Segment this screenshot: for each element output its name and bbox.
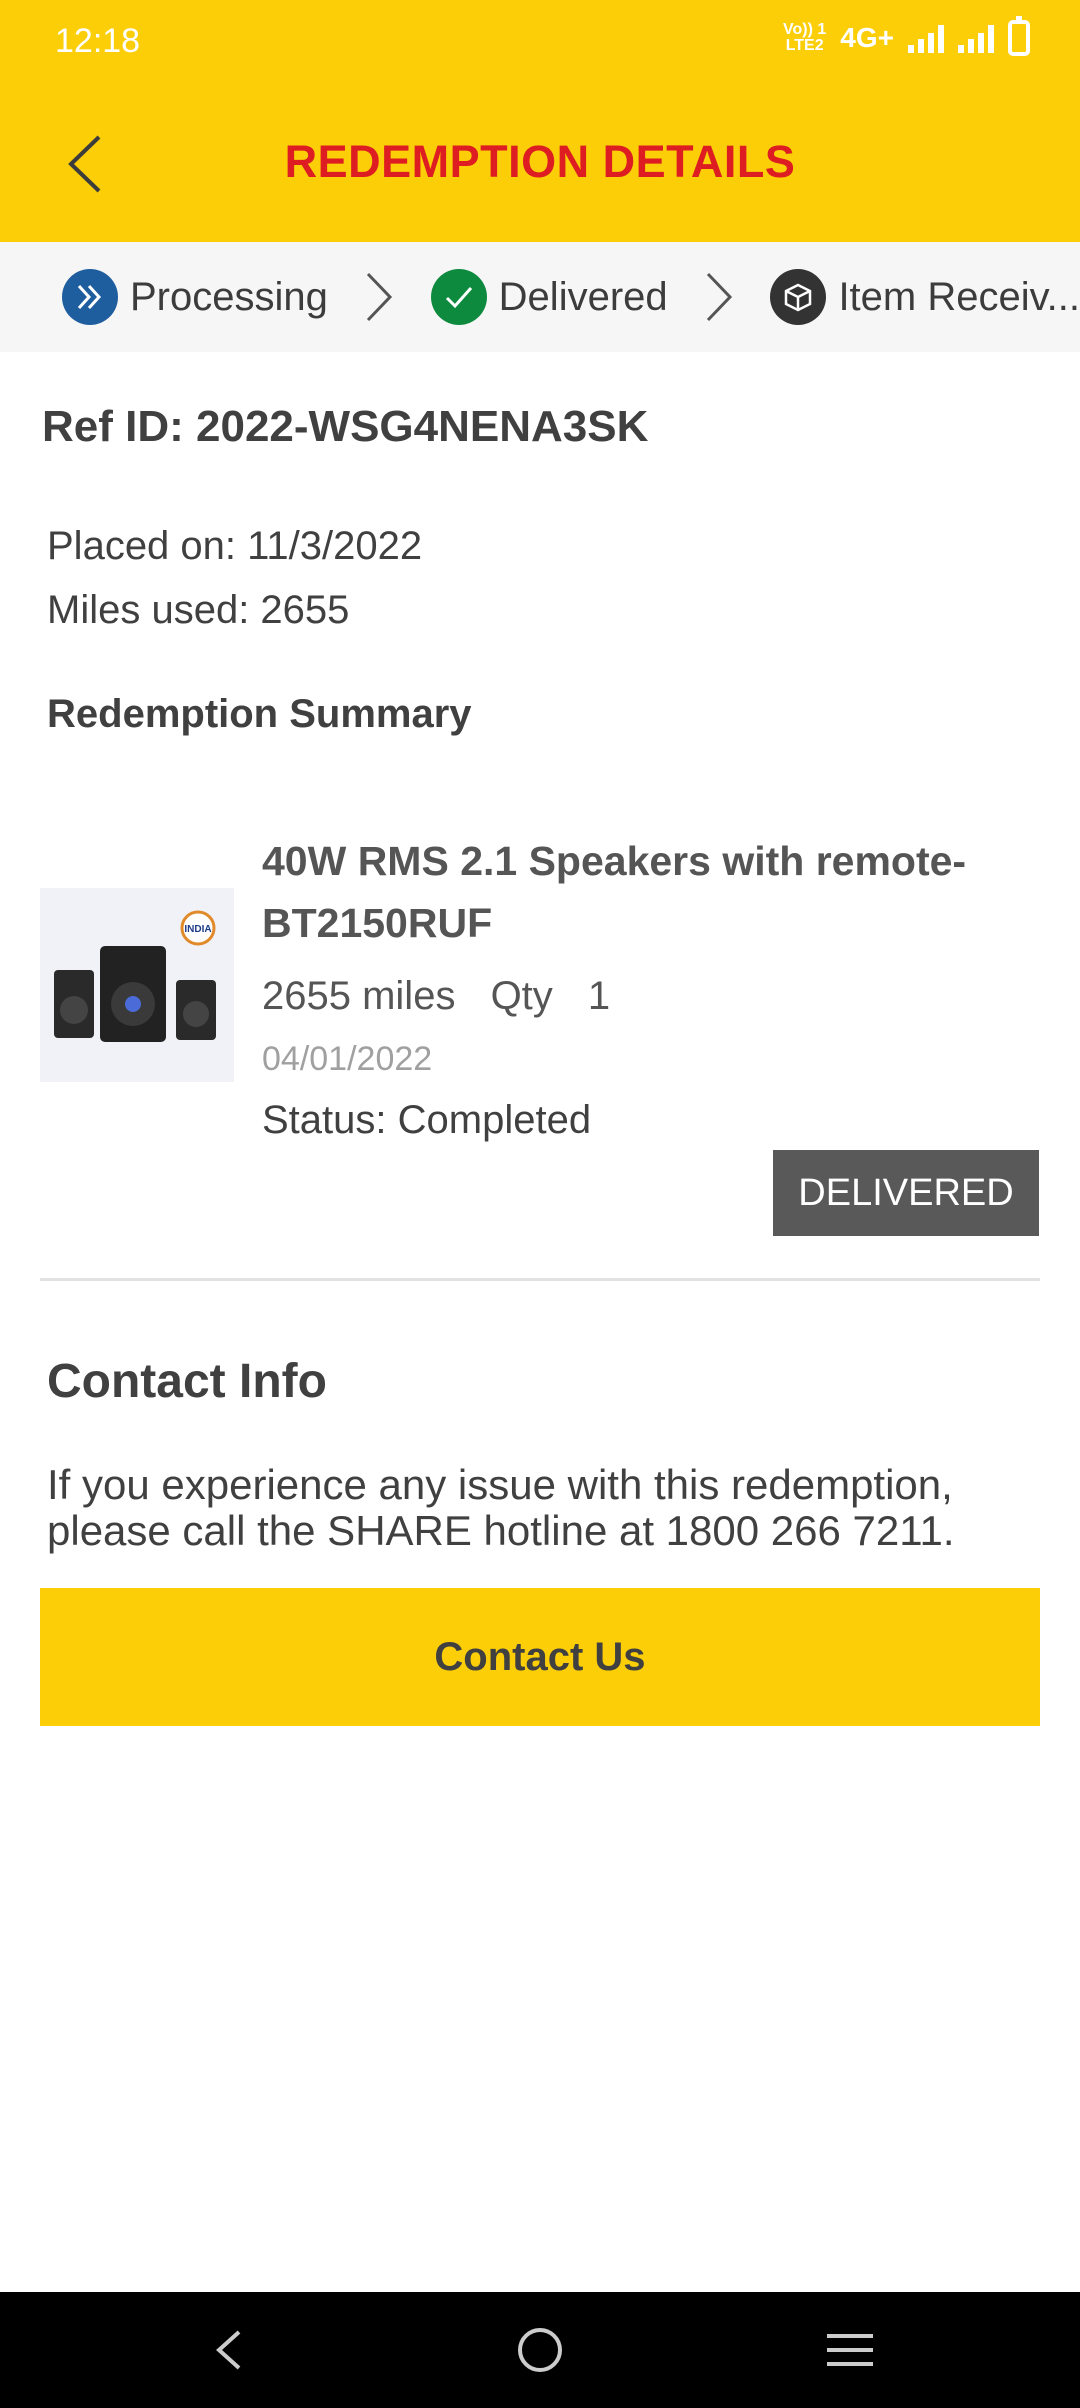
step-delivered: Delivered (430, 269, 668, 325)
product-miles-qty: 2655 miles Qty 1 (262, 974, 610, 1019)
svg-text:INDIA: INDIA (184, 924, 211, 935)
nav-back-button[interactable] (198, 2320, 258, 2380)
status-bar: 12:18 Vo)) 1 LTE2 4G+ (0, 0, 1080, 88)
status-time: 12:18 (55, 22, 141, 60)
app-bar: REDEMPTION DETAILS (0, 88, 1080, 242)
signal-icon-2 (958, 23, 994, 53)
back-icon (216, 2330, 241, 2370)
page-title: REDEMPTION DETAILS (284, 136, 796, 187)
placed-on: Placed on: 11/3/2022 (47, 524, 423, 568)
product-date: 04/01/2022 (262, 1040, 433, 1078)
summary-title: Redemption Summary (47, 692, 472, 736)
double-chevron-right-icon (62, 269, 118, 325)
contact-us-button[interactable]: Contact Us (40, 1588, 1040, 1726)
volte-indicator: Vo)) 1 LTE2 (783, 21, 827, 54)
system-nav-bar (0, 2292, 1080, 2408)
product-miles: 2655 miles (262, 974, 456, 1018)
product-name: 40W RMS 2.1 Speakers with remote-BT2150R… (262, 838, 967, 946)
contact-title: Contact Info (47, 1355, 327, 1408)
delivered-badge: DELIVERED (773, 1150, 1039, 1236)
status-icons: Vo)) 1 LTE2 4G+ (783, 16, 1030, 56)
package-icon (770, 269, 827, 325)
miles-used: Miles used: 2655 (47, 588, 350, 632)
chevron-right-icon (688, 269, 751, 325)
product-image: INDIA (40, 888, 234, 1082)
status-steps: Processing Delivered Item Receiv... (0, 242, 1080, 352)
step-item-received: Item Receiv... (770, 269, 1080, 325)
check-icon (430, 269, 487, 325)
step-processing: Processing (62, 269, 328, 325)
battery-icon (1008, 16, 1030, 56)
contact-text: If you experience any issue with this re… (47, 1461, 955, 1554)
signal-icon (908, 23, 944, 53)
divider (40, 1278, 1040, 1281)
chevron-right-icon (348, 269, 411, 325)
network-type: 4G+ (840, 22, 894, 53)
nav-home-button[interactable] (510, 2320, 570, 2380)
home-icon (518, 2328, 562, 2372)
step-label: Delivered (498, 274, 668, 319)
menu-icon (827, 2334, 873, 2366)
qty-value: 1 (587, 974, 611, 1018)
step-label: Item Receiv... (838, 274, 1080, 319)
qty-label: Qty (490, 974, 553, 1018)
product-status: Status: Completed (262, 1098, 592, 1142)
step-label: Processing (130, 274, 328, 319)
nav-menu-button[interactable] (820, 2320, 880, 2380)
ref-id: Ref ID: 2022-WSG4NENA3SK (42, 402, 649, 451)
